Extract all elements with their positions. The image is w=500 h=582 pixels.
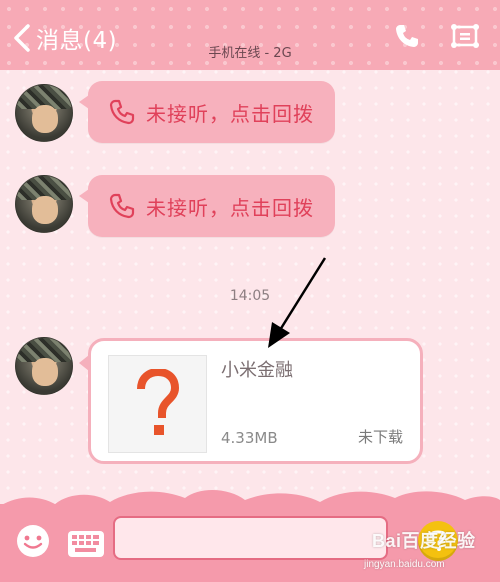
baidu-watermark: Bai百度经验 jingyan.baidu.com [364, 527, 498, 570]
file-message-bubble[interactable]: 小米金融 4.33MB 未下载 [79, 338, 423, 464]
contact-card-icon [451, 24, 479, 48]
call-button[interactable] [391, 20, 423, 52]
missed-call-bubble[interactable]: 未接听，点击回拨 [79, 81, 335, 143]
message-input[interactable] [113, 516, 388, 560]
keyboard-toggle-button[interactable] [67, 530, 105, 558]
keyboard-icon [68, 531, 104, 557]
avatar-face [32, 358, 58, 386]
question-mark-icon [136, 369, 179, 435]
watermark-url: jingyan.baidu.com [364, 559, 445, 570]
message-timestamp: 14:05 [229, 288, 271, 304]
phone-icon [396, 25, 418, 47]
smiley-icon [17, 525, 49, 557]
missed-call-phone-icon [104, 188, 140, 224]
missed-call-bubble[interactable]: 未接听，点击回拨 [79, 175, 335, 237]
contact-profile-button[interactable] [449, 20, 481, 52]
download-status[interactable]: 未下载 [358, 426, 403, 447]
avatar-face [32, 105, 58, 133]
missed-call-phone-icon [104, 94, 140, 130]
avatar-face [32, 196, 58, 224]
online-status: 手机在线 - 2G [208, 46, 292, 61]
watermark-brand: Bai百度经验 [372, 531, 476, 551]
emoji-button[interactable] [15, 523, 51, 559]
file-name: 小米金融 [221, 360, 293, 381]
file-size: 4.33MB [221, 429, 278, 447]
contact-avatar[interactable] [15, 84, 73, 142]
file-thumbnail [108, 355, 207, 453]
chat-header: 消息(4) 手机在线 - 2G [0, 0, 500, 70]
contact-avatar[interactable] [15, 175, 73, 233]
missed-call-label: 未接听，点击回拨 [146, 101, 314, 126]
contact-avatar[interactable] [15, 337, 73, 395]
missed-call-label: 未接听，点击回拨 [146, 195, 314, 220]
